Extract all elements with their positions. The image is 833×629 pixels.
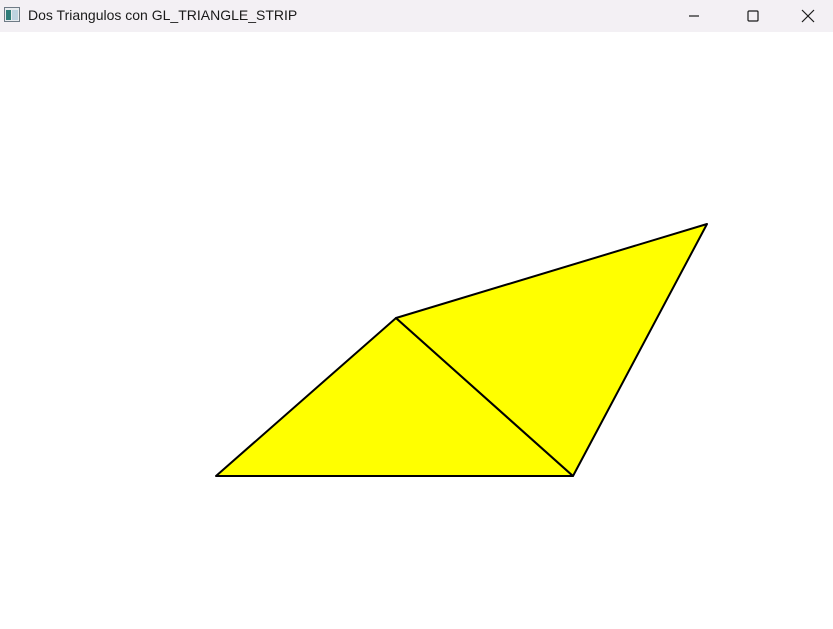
app-window: Dos Triangulos con GL_TRIANGLE_STRIP	[0, 0, 833, 629]
minimize-button[interactable]	[665, 0, 723, 32]
maximize-button[interactable]	[724, 0, 782, 32]
close-icon	[801, 9, 814, 23]
window-title: Dos Triangulos con GL_TRIANGLE_STRIP	[28, 7, 298, 23]
maximize-icon	[747, 10, 759, 22]
minimize-icon	[689, 15, 699, 17]
opengl-canvas	[0, 32, 833, 629]
opengl-window-icon	[4, 7, 20, 22]
title-bar[interactable]: Dos Triangulos con GL_TRIANGLE_STRIP	[0, 0, 833, 32]
close-button[interactable]	[782, 0, 833, 32]
